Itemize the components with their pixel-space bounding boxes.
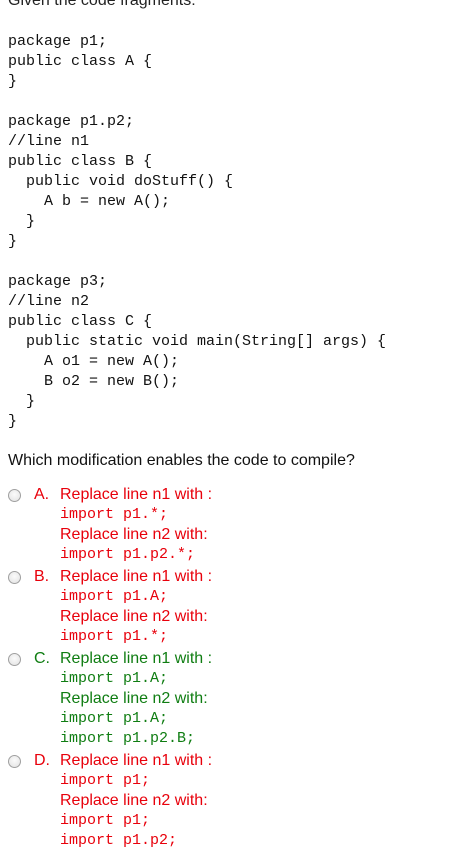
code-block-package-p1-p2: package p1.p2; //line n1 public class B …: [8, 112, 233, 252]
intro-text: Given the code fragments:: [8, 0, 196, 9]
code-line: }: [8, 213, 36, 230]
option-d-radio[interactable]: [8, 755, 21, 768]
option-lines: Replace line n1 with : import p1; Replac…: [60, 751, 212, 851]
code-line: A o1 = new A();: [8, 353, 180, 370]
option-lines: Replace line n1 with : import p1.*; Repl…: [60, 485, 212, 565]
option-text: Replace line n2 with:: [60, 690, 208, 707]
option-text: Replace line n1 with :: [60, 568, 213, 585]
code-line: package p1;: [8, 33, 108, 50]
option-code: import p1.*;: [60, 628, 169, 645]
option-text: Replace line n2 with:: [60, 608, 208, 625]
code-line: package p3;: [8, 273, 108, 290]
option-letter: D.: [34, 752, 50, 769]
question-text: Which modification enables the code to c…: [8, 452, 355, 469]
option-text: Replace line n2 with:: [60, 526, 208, 543]
code-line: //line n1: [8, 133, 90, 150]
code-line: public class B {: [8, 153, 153, 170]
code-line: public class A {: [8, 53, 153, 70]
code-line: }: [8, 73, 18, 90]
option-letter: A.: [34, 486, 50, 503]
code-line: B o2 = new B();: [8, 373, 180, 390]
option-letter: C.: [34, 650, 50, 667]
code-line: public class C {: [8, 313, 153, 330]
option-code: import p1.p2;: [60, 832, 178, 849]
code-line: }: [8, 393, 36, 410]
code-line: //line n2: [8, 293, 90, 310]
code-block-package-p1: package p1; public class A { }: [8, 32, 152, 92]
option-code: import p1.A;: [60, 588, 169, 605]
option-code: import p1;: [60, 812, 151, 829]
option-text: Replace line n1 with :: [60, 752, 213, 769]
code-line: public void doStuff() {: [8, 173, 234, 190]
code-line: public static void main(String[] args) {: [8, 333, 387, 350]
option-b-radio[interactable]: [8, 571, 21, 584]
option-letter: B.: [34, 568, 50, 585]
option-text: Replace line n1 with :: [60, 650, 213, 667]
option-c-radio[interactable]: [8, 653, 21, 666]
code-line: A b = new A();: [8, 193, 171, 210]
option-code: import p1.*;: [60, 506, 169, 523]
option-code: import p1.p2.B;: [60, 730, 196, 747]
code-line: }: [8, 233, 18, 250]
option-code: import p1;: [60, 772, 151, 789]
code-block-package-p3: package p3; //line n2 public class C { p…: [8, 272, 386, 432]
option-lines: Replace line n1 with : import p1.A; Repl…: [60, 649, 212, 749]
code-line: package p1.p2;: [8, 113, 135, 130]
option-text: Replace line n2 with:: [60, 792, 208, 809]
option-code: import p1.A;: [60, 670, 169, 687]
option-a-radio[interactable]: [8, 489, 21, 502]
code-line: }: [8, 413, 18, 430]
option-code: import p1.p2.*;: [60, 546, 196, 563]
option-text: Replace line n1 with :: [60, 486, 213, 503]
option-code: import p1.A;: [60, 710, 169, 727]
option-lines: Replace line n1 with : import p1.A; Repl…: [60, 567, 212, 647]
